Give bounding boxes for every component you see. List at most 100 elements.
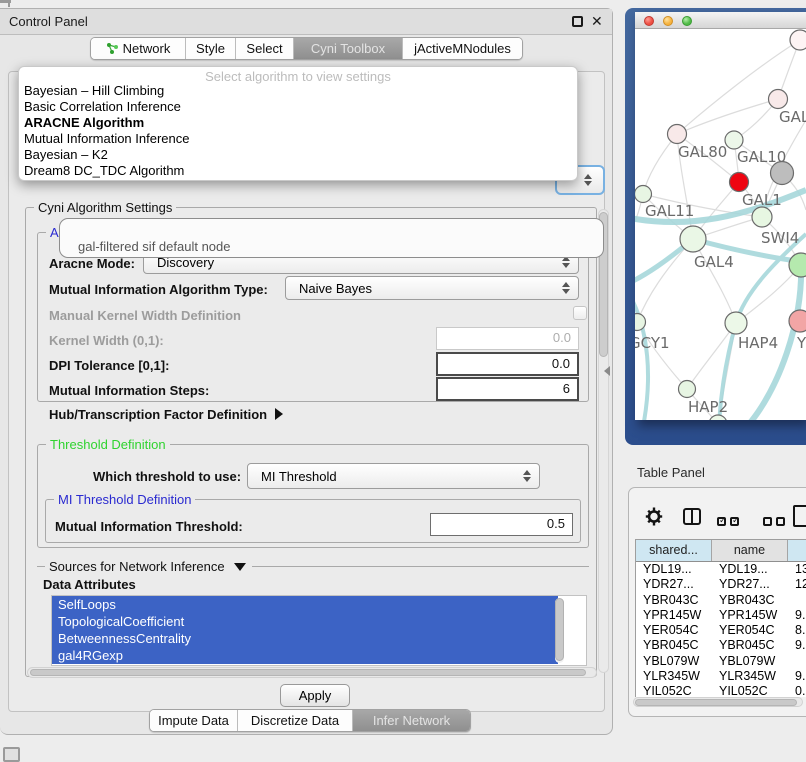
table-header-row: shared... name — [636, 540, 806, 562]
network-canvas[interactable]: GAL GAL80 GAL10 GAL11 GAL1 SWI4 GAL4 GCY… — [635, 29, 806, 420]
dropdown-item[interactable]: Bayesian – K2 — [19, 147, 577, 163]
select-all-checkboxes-icon[interactable]: ✓✓ — [717, 514, 743, 529]
algorithm-dropdown-list: Select algorithm to view settings Bayesi… — [18, 66, 578, 181]
dropdown-item[interactable]: Basic Correlation Inference — [19, 99, 577, 115]
network-node-gal10[interactable] — [725, 131, 743, 149]
float-window-icon[interactable] — [572, 16, 583, 27]
group-title: Cyni Algorithm Settings — [34, 200, 176, 215]
sources-expander[interactable]: Sources for Network Inference — [37, 559, 589, 574]
table-row[interactable]: YBL079WYBL079W — [636, 654, 806, 669]
tab-cyni-toolbox[interactable]: Cyni Toolbox — [294, 38, 403, 59]
checked-box-icon: ✓ — [730, 517, 739, 526]
combo-spinner-icon — [561, 282, 570, 294]
settings-vscrollbar[interactable] — [598, 209, 609, 673]
kernel-width-field[interactable]: 0.0 — [436, 327, 579, 350]
column-header[interactable]: name — [712, 540, 788, 561]
column-header[interactable]: shared... — [636, 540, 712, 561]
network-node-gal4[interactable] — [680, 226, 706, 252]
network-source-combo[interactable]: gal-filtered sif default node — [59, 218, 604, 258]
table-document-icon[interactable] — [793, 505, 806, 527]
network-node[interactable] — [769, 90, 788, 109]
scrollbar-thumb[interactable] — [30, 669, 586, 676]
network-node-gal11[interactable] — [635, 186, 652, 203]
list-item-selected[interactable]: SelfLoops — [52, 596, 558, 613]
table-row[interactable]: YBR045CYBR045C9. — [636, 638, 806, 653]
dropdown-item[interactable]: Mutual Information Inference — [19, 131, 577, 147]
mi-type-label: Mutual Information Algorithm Type: — [49, 282, 268, 297]
tab-label: Discretize Data — [251, 713, 339, 728]
network-nodes — [635, 30, 806, 420]
node-label: GAL1 — [742, 191, 782, 209]
close-window-icon[interactable] — [644, 16, 654, 26]
tab-impute-data[interactable]: Impute Data — [150, 710, 238, 731]
window-edge-artifact — [8, 0, 10, 7]
hub-definition-label: Hub/Transcription Factor Definition — [49, 407, 267, 422]
tab-infer-network[interactable]: Infer Network — [353, 710, 470, 731]
network-node[interactable] — [790, 30, 806, 50]
group-border — [252, 566, 589, 567]
tab-jactivemnodules[interactable]: jActiveMNodules — [403, 38, 522, 59]
hub-definition-expander[interactable]: Hub/Transcription Factor Definition — [49, 407, 283, 422]
apply-button[interactable]: Apply — [280, 684, 350, 707]
scrollbar-thumb[interactable] — [555, 598, 564, 661]
panel-splitter-handle[interactable] — [604, 366, 610, 376]
data-attributes-label: Data Attributes — [43, 577, 136, 592]
network-edges-highlighted — [635, 190, 806, 420]
network-node-hap4[interactable] — [725, 312, 747, 334]
node-label: SWI4 — [761, 229, 799, 247]
tab-network[interactable]: Network — [91, 38, 186, 59]
list-item-selected[interactable]: BetweennessCentrality — [52, 630, 558, 647]
network-node-salmon[interactable] — [789, 310, 806, 332]
mi-type-value: Naive Bayes — [286, 281, 561, 296]
table-row[interactable]: YDR27...YDR27...12 — [636, 577, 806, 592]
mi-steps-field[interactable]: 6 — [436, 377, 579, 401]
table-row[interactable]: YPR145WYPR145W9. — [636, 608, 806, 623]
mi-threshold-field[interactable]: 0.5 — [430, 513, 573, 536]
list-item-selected[interactable]: TopologicalCoefficient — [52, 613, 558, 630]
which-threshold-combo[interactable]: MI Threshold — [247, 463, 540, 489]
dropdown-item[interactable]: Bayesian – Hill Climbing — [19, 83, 577, 99]
zoom-window-icon[interactable] — [682, 16, 692, 26]
dpi-tolerance-field[interactable]: 0.0 — [436, 352, 579, 376]
list-scrollbar[interactable] — [555, 598, 564, 663]
which-threshold-value: MI Threshold — [248, 469, 522, 484]
table-row[interactable]: YER054CYER054C8. — [636, 623, 806, 638]
table-hscrollbar[interactable] — [633, 697, 803, 707]
node-label: HAP4 — [738, 334, 778, 352]
mi-type-combo[interactable]: Naive Bayes — [285, 276, 579, 300]
column-view-icon[interactable] — [683, 508, 701, 525]
sources-title: Sources for Network Inference — [45, 559, 227, 574]
panel-title: Control Panel — [9, 14, 88, 29]
data-attributes-list: SelfLoops TopologicalCoefficient Between… — [51, 595, 587, 666]
deselect-all-checkboxes-icon[interactable] — [763, 514, 789, 529]
close-icon[interactable]: ✕ — [591, 13, 603, 30]
list-item-selected[interactable]: gal4RGexp — [52, 647, 558, 664]
dropdown-item[interactable]: Dream8 DC_TDC Algorithm — [19, 163, 577, 179]
table-row[interactable]: YDL19...YDL19...13 — [636, 562, 806, 577]
scrollbar-thumb[interactable] — [635, 699, 797, 706]
expander-collapsed-icon — [275, 408, 283, 420]
table-row[interactable]: YIL052CYIL052C0. — [636, 684, 806, 697]
network-node-gal80[interactable] — [668, 125, 687, 144]
tab-style[interactable]: Style — [186, 38, 236, 59]
mi-steps-label: Mutual Information Steps: — [49, 383, 209, 398]
table-row[interactable]: YBR043CYBR043C — [636, 593, 806, 608]
network-window: GAL GAL80 GAL10 GAL11 GAL1 SWI4 GAL4 GCY… — [635, 12, 806, 420]
manual-kernel-checkbox[interactable] — [573, 306, 587, 320]
tab-label: Style — [196, 41, 225, 56]
network-node[interactable] — [789, 253, 806, 277]
minimize-window-icon[interactable] — [663, 16, 673, 26]
tab-select[interactable]: Select — [236, 38, 294, 59]
dropdown-item-selected[interactable]: ARACNE Algorithm — [19, 115, 577, 131]
table-row[interactable]: YLR345WYLR345W9. — [636, 669, 806, 684]
settings-hscrollbar[interactable] — [27, 667, 597, 678]
gear-icon[interactable] — [645, 507, 663, 526]
control-panel-window: Control Panel ✕ Network Style Select Cyn… — [0, 8, 613, 735]
network-node-hap2[interactable] — [679, 381, 696, 398]
node-label: GAL10 — [737, 148, 786, 166]
column-header[interactable] — [788, 540, 806, 561]
network-node-selected-red[interactable] — [730, 173, 749, 192]
collapsed-panel-icon[interactable] — [3, 747, 20, 762]
tab-discretize-data[interactable]: Discretize Data — [238, 710, 353, 731]
network-node-gal1[interactable] — [752, 207, 772, 227]
